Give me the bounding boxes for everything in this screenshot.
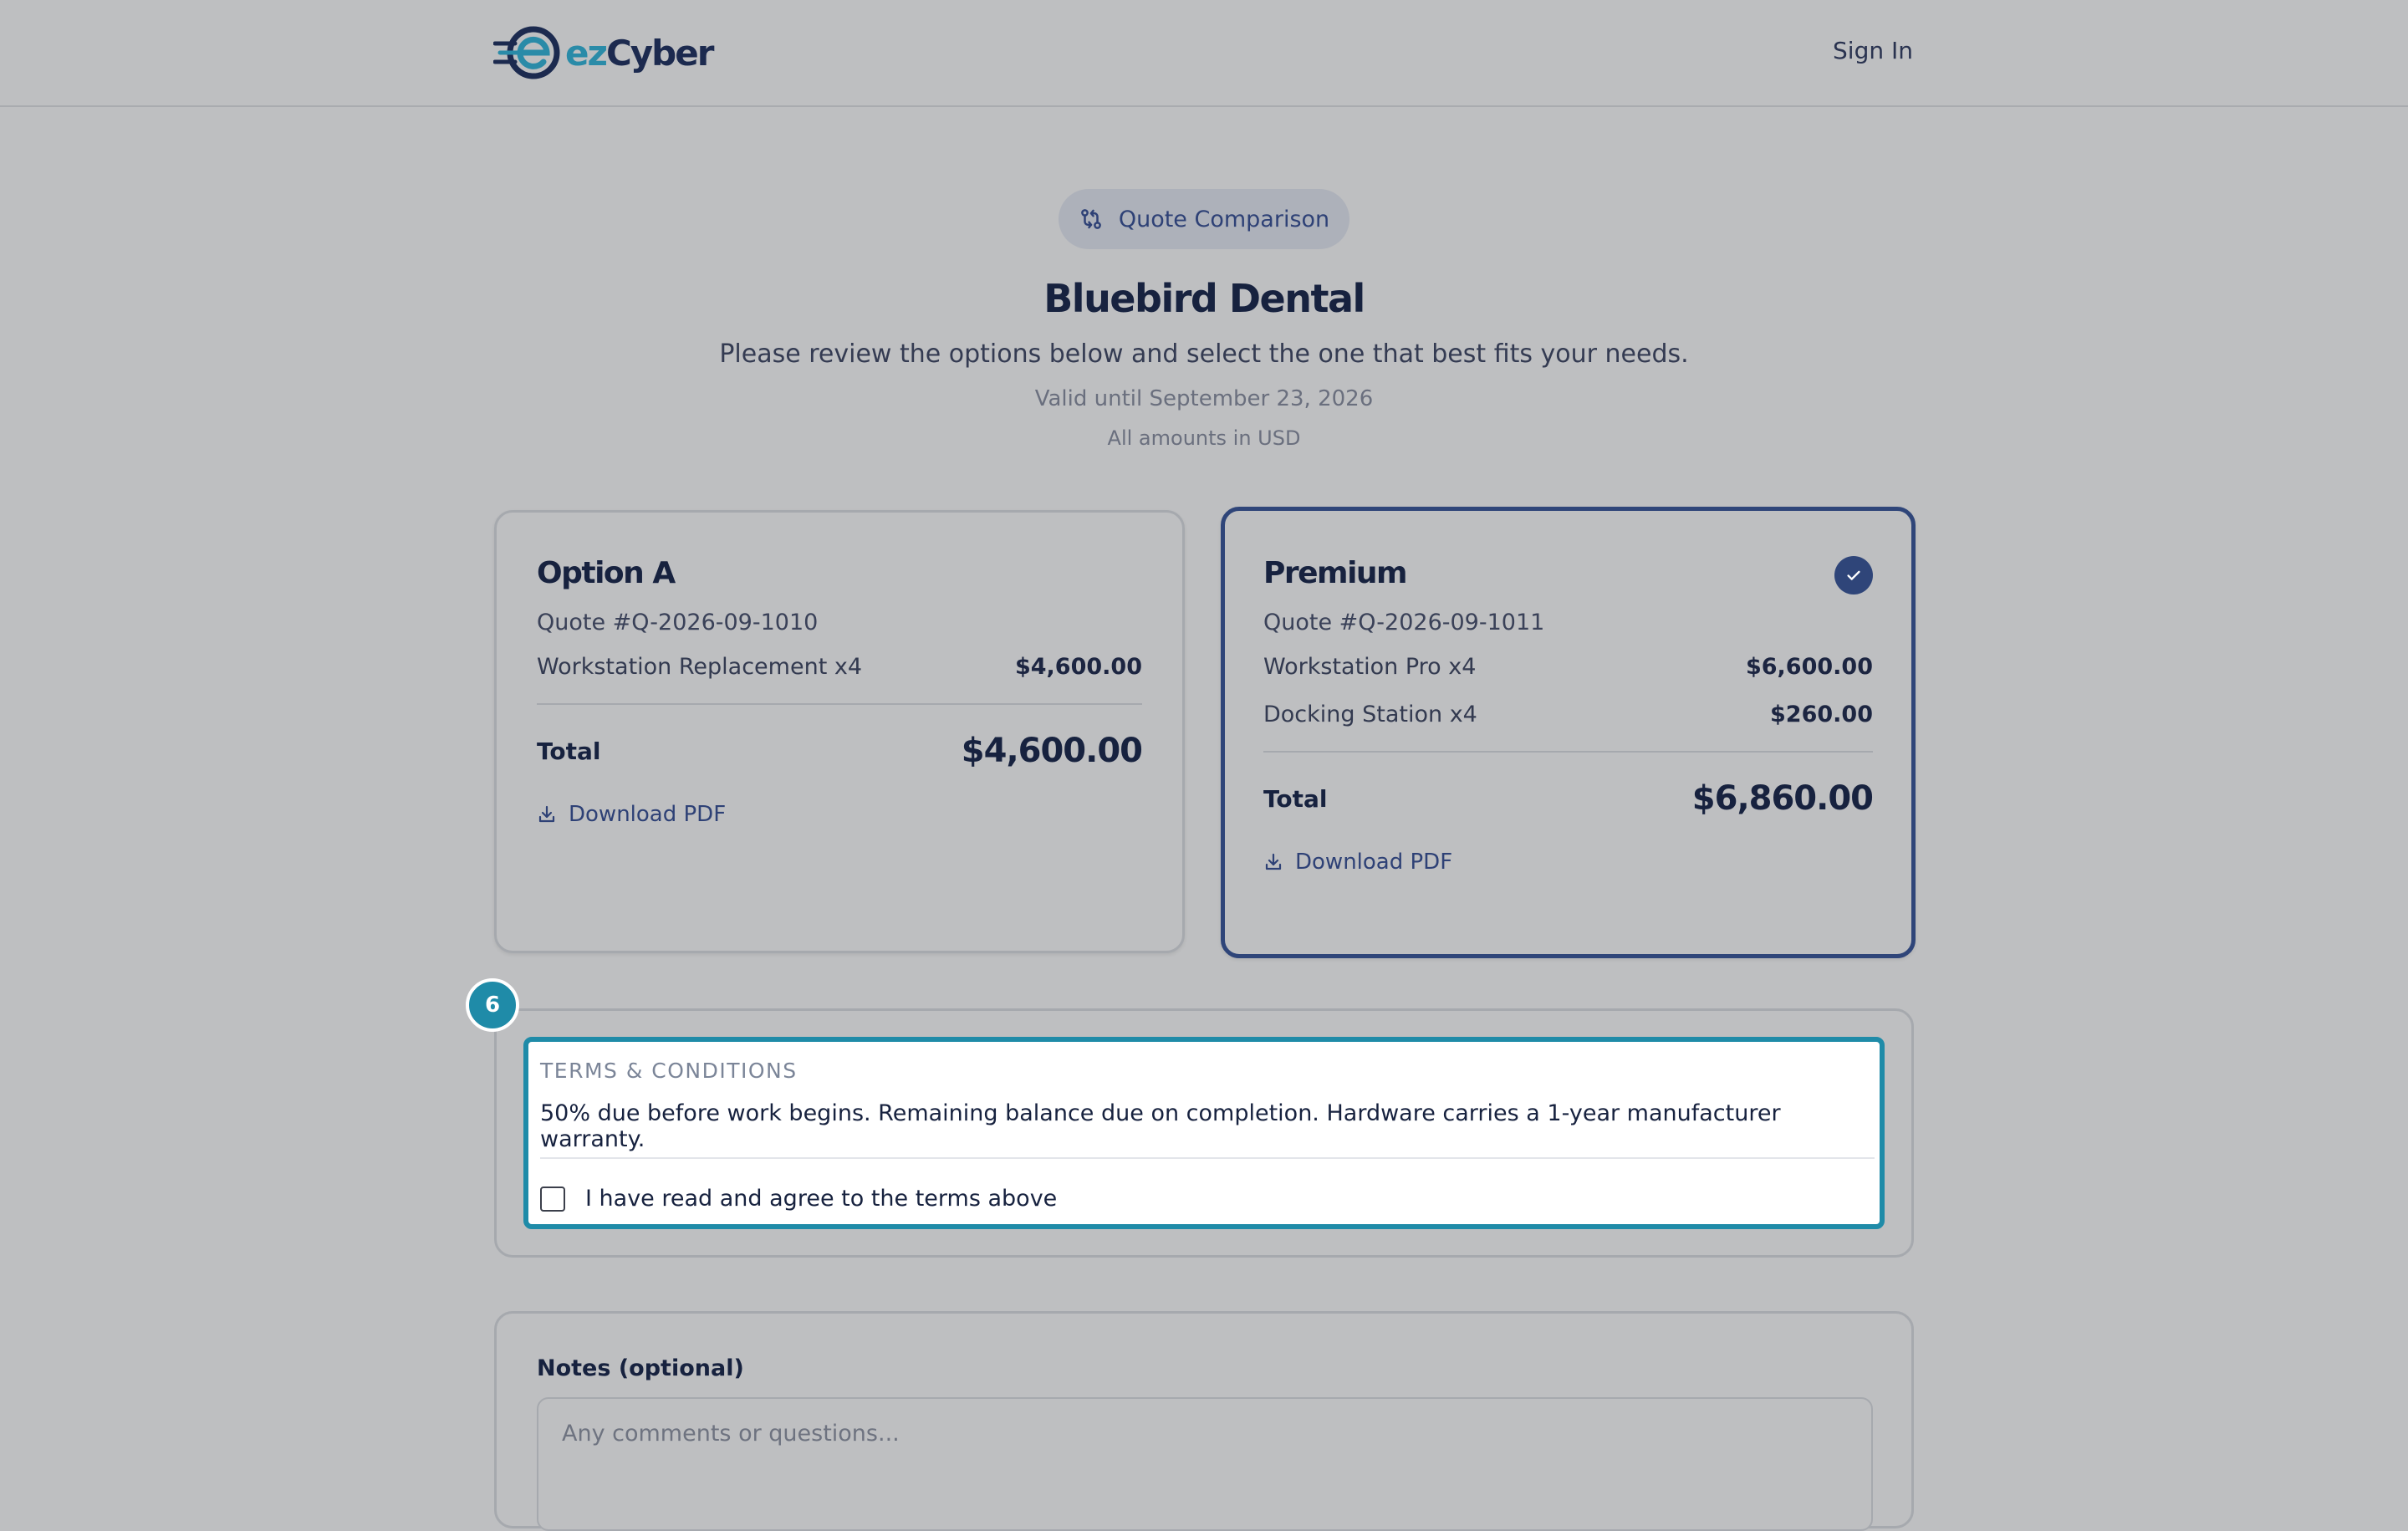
terms-heading: TERMS & CONDITIONS (540, 1059, 798, 1083)
currency-note: All amounts in USD (1107, 426, 1301, 450)
agree-terms-label: I have read and agree to the terms above (585, 1186, 1058, 1212)
page-title: Bluebird Dental (1043, 276, 1365, 321)
step-number-badge: 6 (466, 978, 519, 1032)
line-item-amount: $6,600.00 (1745, 654, 1873, 680)
divider (1263, 751, 1873, 753)
quote-card-option-a[interactable]: Option A Quote #Q-2026-09-1010 Workstati… (494, 510, 1185, 953)
download-icon (1265, 853, 1282, 870)
notes-textarea[interactable] (537, 1397, 1873, 1531)
line-item-amount: $260.00 (1770, 702, 1873, 727)
agree-terms-checkbox[interactable] (540, 1186, 565, 1212)
ezcyber-logo[interactable]: ezCyber (493, 25, 714, 80)
download-pdf-link[interactable]: Download PDF (537, 802, 1142, 827)
ezcyber-logo-mark-icon (493, 26, 560, 79)
total-amount: $4,600.00 (961, 732, 1143, 770)
quote-card-title: Option A (537, 556, 676, 590)
line-item: Docking Station x4 $260.00 (1263, 702, 1873, 727)
sign-in-link[interactable]: Sign In (1833, 37, 1913, 64)
download-pdf-label: Download PDF (1295, 850, 1453, 875)
line-item-name: Workstation Pro x4 (1263, 654, 1477, 680)
total-row: Total $4,600.00 (537, 732, 1143, 770)
divider (537, 703, 1142, 705)
total-amount: $6,860.00 (1691, 779, 1874, 818)
notes-section: Notes (optional) (494, 1311, 1914, 1531)
terms-text: 50% due before work begins. Remaining ba… (540, 1100, 1781, 1152)
page-subtitle: Please review the options below and sele… (719, 339, 1689, 369)
total-label: Total (1263, 784, 1328, 813)
quote-comparison-label: Quote Comparison (1118, 206, 1330, 232)
line-item-name: Docking Station x4 (1263, 702, 1477, 727)
download-pdf-link[interactable]: Download PDF (1263, 850, 1873, 875)
valid-until-text: Valid until September 23, 2026 (1034, 386, 1374, 411)
divider (540, 1157, 1875, 1159)
agree-terms-row[interactable]: I have read and agree to the terms above (540, 1186, 1057, 1212)
download-icon (538, 805, 555, 823)
line-item: Workstation Pro x4 $6,600.00 (1263, 654, 1873, 680)
quote-number: Quote #Q-2026-09-1010 (537, 610, 819, 635)
quote-number: Quote #Q-2026-09-1011 (1263, 610, 1545, 635)
line-item-name: Workstation Replacement x4 (537, 654, 863, 680)
terms-highlight-box: TERMS & CONDITIONS 50% due before work b… (523, 1037, 1885, 1229)
total-label: Total (537, 737, 601, 765)
line-item: Workstation Replacement x4 $4,600.00 (537, 654, 1142, 680)
total-row: Total $6,860.00 (1263, 779, 1874, 818)
compare-arrows-icon (1080, 209, 1101, 229)
notes-label: Notes (optional) (537, 1355, 744, 1381)
logo-wordmark: ezCyber (565, 32, 714, 74)
quote-card-title: Premium (1263, 556, 1408, 590)
quote-card-premium[interactable]: Premium Quote #Q-2026-09-1011 Workstatio… (1221, 507, 1916, 958)
quote-comparison-badge: Quote Comparison (1059, 189, 1349, 249)
line-item-amount: $4,600.00 (1014, 654, 1142, 680)
top-nav-bar: ezCyber Sign In (0, 0, 2408, 107)
download-pdf-label: Download PDF (569, 802, 727, 827)
